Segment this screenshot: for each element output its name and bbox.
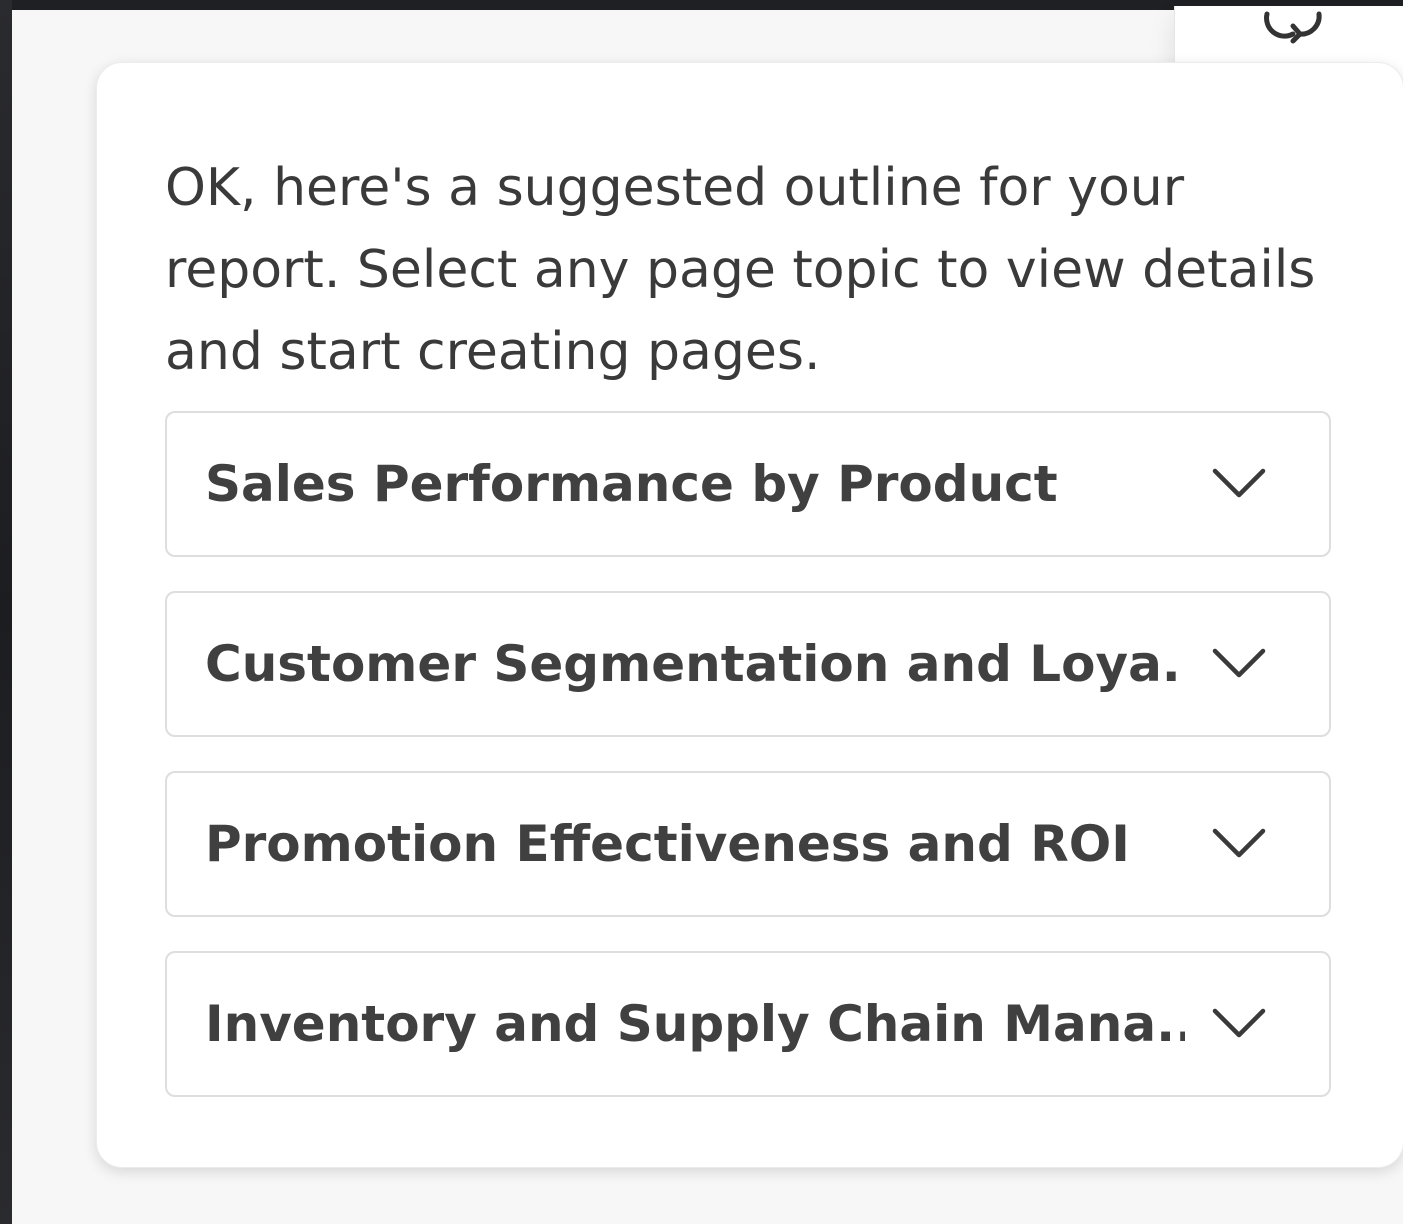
refresh-icon — [1264, 11, 1322, 44]
window-left-edge — [0, 0, 12, 1224]
topic-label: Promotion Effectiveness and ROI — [205, 815, 1130, 873]
topic-inventory-supply-chain[interactable]: Inventory and Supply Chain Mana... — [165, 951, 1331, 1097]
chevron-down-icon — [1212, 648, 1266, 678]
topic-label: Inventory and Supply Chain Mana... — [205, 995, 1185, 1053]
topic-customer-segmentation[interactable]: Customer Segmentation and Loya... — [165, 591, 1331, 737]
outline-intro-text: OK, here's a suggested outline for your … — [165, 158, 1316, 382]
chevron-down-icon — [1212, 1008, 1266, 1038]
chevron-down-icon — [1212, 828, 1266, 858]
topic-list: Sales Performance by Product Customer Se… — [165, 411, 1331, 1131]
copilot-pane: OK, here's a suggested outline for your … — [12, 6, 1403, 1224]
topic-label: Customer Segmentation and Loya... — [205, 635, 1185, 693]
chevron-down-icon — [1212, 468, 1266, 498]
topic-label: Sales Performance by Product — [205, 455, 1058, 513]
topic-promotion-effectiveness[interactable]: Promotion Effectiveness and ROI — [165, 771, 1331, 917]
outline-card: OK, here's a suggested outline for your … — [96, 62, 1403, 1168]
topic-sales-performance[interactable]: Sales Performance by Product — [165, 411, 1331, 557]
